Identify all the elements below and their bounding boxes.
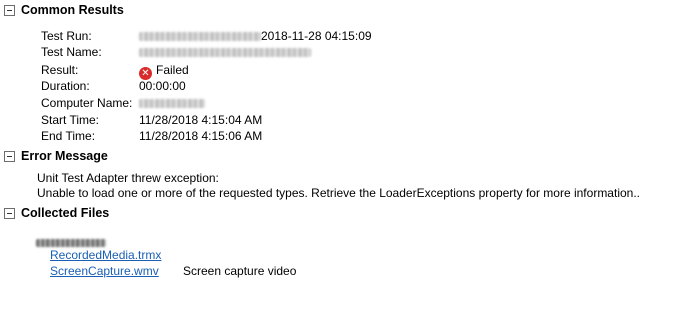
test-name-label: Test Name: (41, 45, 102, 59)
section-common-results: Common Results (4, 2, 124, 18)
result-text: Failed (156, 63, 189, 77)
end-time-value: 11/28/2018 4:15:06 AM (139, 129, 263, 143)
test-run-timestamp: 2018-11-28 04:15:09 (261, 29, 372, 43)
test-name-value (139, 44, 311, 60)
redacted-text (36, 238, 106, 247)
collapse-icon[interactable] (4, 4, 15, 16)
section-title: Collected Files (21, 206, 110, 220)
test-run-value: 2018-11-28 04:15:09 (139, 28, 372, 44)
collapse-icon[interactable] (4, 150, 15, 162)
section-collected-files: Collected Files (4, 205, 109, 221)
redacted-text (139, 48, 311, 58)
duration-row: Duration: 00:00:00 (41, 78, 186, 94)
test-run-row: Test Run: 2018-11-28 04:15:09 (41, 28, 372, 44)
test-name-row: Test Name: (41, 44, 311, 60)
collapse-icon[interactable] (4, 207, 15, 219)
computer-name-label: Computer Name: (41, 96, 133, 110)
computer-name-row: Computer Name: (41, 95, 205, 111)
error-line-2: Unable to load one or more of the reques… (37, 186, 640, 200)
file-description: Screen capture video (183, 264, 297, 278)
computer-name-value (139, 95, 205, 111)
duration-label: Duration: (41, 79, 90, 93)
screen-capture-link[interactable]: ScreenCapture.wmv (50, 264, 159, 278)
result-label: Result: (41, 63, 79, 77)
section-error-message: Error Message (4, 148, 108, 164)
end-time-label: End Time: (41, 129, 96, 143)
error-line-1: Unit Test Adapter threw exception: (37, 171, 219, 185)
test-run-label: Test Run: (41, 29, 92, 43)
start-time-label: Start Time: (41, 113, 100, 127)
result-row: Result: ✕ Failed (41, 62, 189, 80)
recorded-media-link[interactable]: RecordedMedia.trmx (50, 248, 161, 262)
end-time-row: End Time: 11/28/2018 4:15:06 AM (41, 128, 262, 144)
redacted-text (139, 99, 205, 109)
file-row: ScreenCapture.wmv Screen capture video (50, 263, 296, 279)
start-time-row: Start Time: 11/28/2018 4:15:04 AM (41, 112, 262, 128)
section-title: Error Message (21, 149, 108, 163)
file-row: RecordedMedia.trmx (50, 247, 161, 263)
start-time-value: 11/28/2018 4:15:04 AM (139, 113, 263, 127)
redacted-text (139, 32, 261, 42)
duration-value: 00:00:00 (139, 79, 186, 93)
section-title: Common Results (21, 3, 124, 17)
